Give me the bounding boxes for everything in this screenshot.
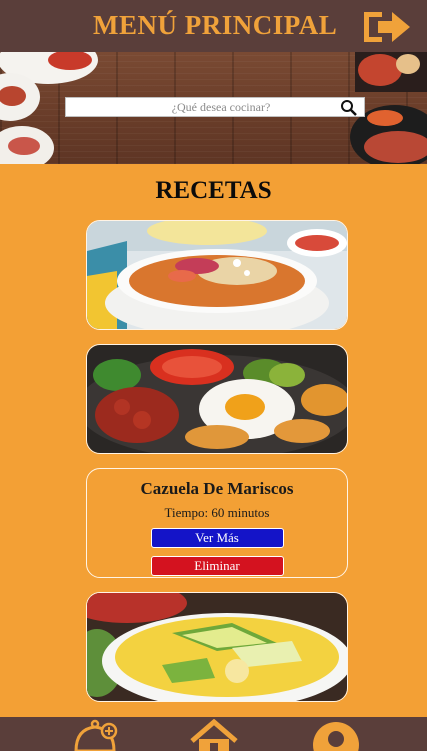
food-banner (0, 52, 427, 164)
recipe-time: Tiempo: 60 minutos (164, 505, 270, 520)
search-bar (65, 97, 365, 117)
logout-arrow-icon[interactable] (360, 8, 414, 46)
bottom-nav (0, 717, 427, 751)
top-header: MENÚ PRINCIPAL (0, 0, 427, 52)
recipe-card-2[interactable] (86, 344, 348, 454)
search-icon[interactable] (340, 99, 358, 117)
add-recipe-cloche-icon[interactable] (70, 719, 120, 751)
view-more-button[interactable]: Ver Más (150, 528, 284, 548)
recipe-card-info: Cazuela De Mariscos Tiempo: 60 minutos V… (86, 468, 348, 578)
home-icon[interactable] (188, 719, 240, 751)
plate-with-egg-image (87, 345, 347, 453)
recipe-card-4[interactable] (86, 592, 348, 702)
delete-button[interactable]: Eliminar (150, 556, 284, 576)
recipe-card-1[interactable] (86, 220, 348, 330)
search-input[interactable] (66, 98, 336, 117)
yellow-soup-avocado-image (87, 593, 347, 701)
recipes-title: RECETAS (155, 177, 272, 204)
page-header-title: MENÚ PRINCIPAL (93, 10, 338, 40)
user-profile-icon[interactable] (310, 719, 362, 751)
recipe-title: Cazuela De Mariscos (140, 479, 294, 498)
soup-dish-image (87, 221, 347, 329)
